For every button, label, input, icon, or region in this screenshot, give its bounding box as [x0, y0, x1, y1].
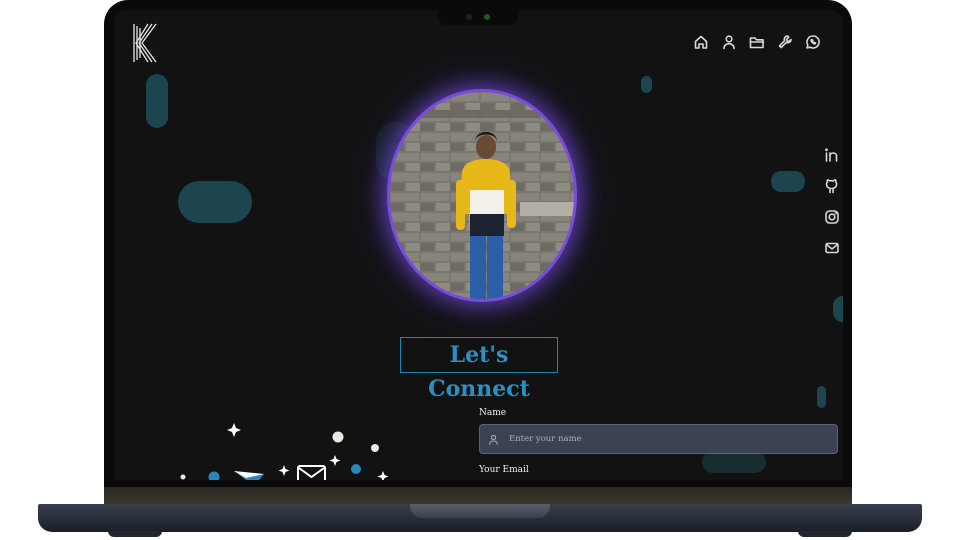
instagram-icon[interactable] — [824, 209, 840, 225]
decor-blob — [178, 181, 252, 223]
top-nav — [693, 34, 821, 50]
decor-blob — [771, 171, 805, 192]
camera-notch — [438, 10, 518, 25]
lets-connect-heading: Let's Connect — [400, 337, 558, 402]
laptop-foot — [108, 531, 162, 537]
home-icon[interactable] — [693, 34, 709, 50]
website-screen: Let's Connect Name Your Email — [114, 10, 843, 480]
social-sidebar — [824, 147, 840, 256]
linkedin-icon[interactable] — [824, 147, 840, 163]
folder-icon[interactable] — [749, 34, 765, 50]
site-logo[interactable] — [132, 22, 158, 64]
email-label: Your Email — [479, 465, 529, 475]
decor-blob — [817, 386, 826, 408]
name-label: Name — [479, 408, 507, 418]
laptop-opening-groove — [410, 504, 550, 518]
laptop-hinge — [104, 487, 852, 505]
decor-blob — [833, 296, 843, 322]
laptop-foot — [798, 531, 852, 537]
user-icon[interactable] — [721, 34, 737, 50]
user-icon — [489, 434, 498, 445]
decor-blob — [702, 451, 766, 473]
camera-lens — [466, 14, 472, 20]
name-field[interactable] — [479, 424, 838, 454]
name-input[interactable] — [507, 433, 811, 445]
mail-icon[interactable] — [824, 240, 840, 256]
decor-blob — [146, 74, 168, 128]
github-icon[interactable] — [824, 178, 840, 194]
decor-blob — [641, 76, 652, 93]
mail-illustration — [180, 423, 389, 480]
whatsapp-icon[interactable] — [805, 34, 821, 50]
camera-indicator — [484, 14, 490, 20]
wrench-icon[interactable] — [777, 34, 793, 50]
profile-photo — [387, 89, 577, 302]
